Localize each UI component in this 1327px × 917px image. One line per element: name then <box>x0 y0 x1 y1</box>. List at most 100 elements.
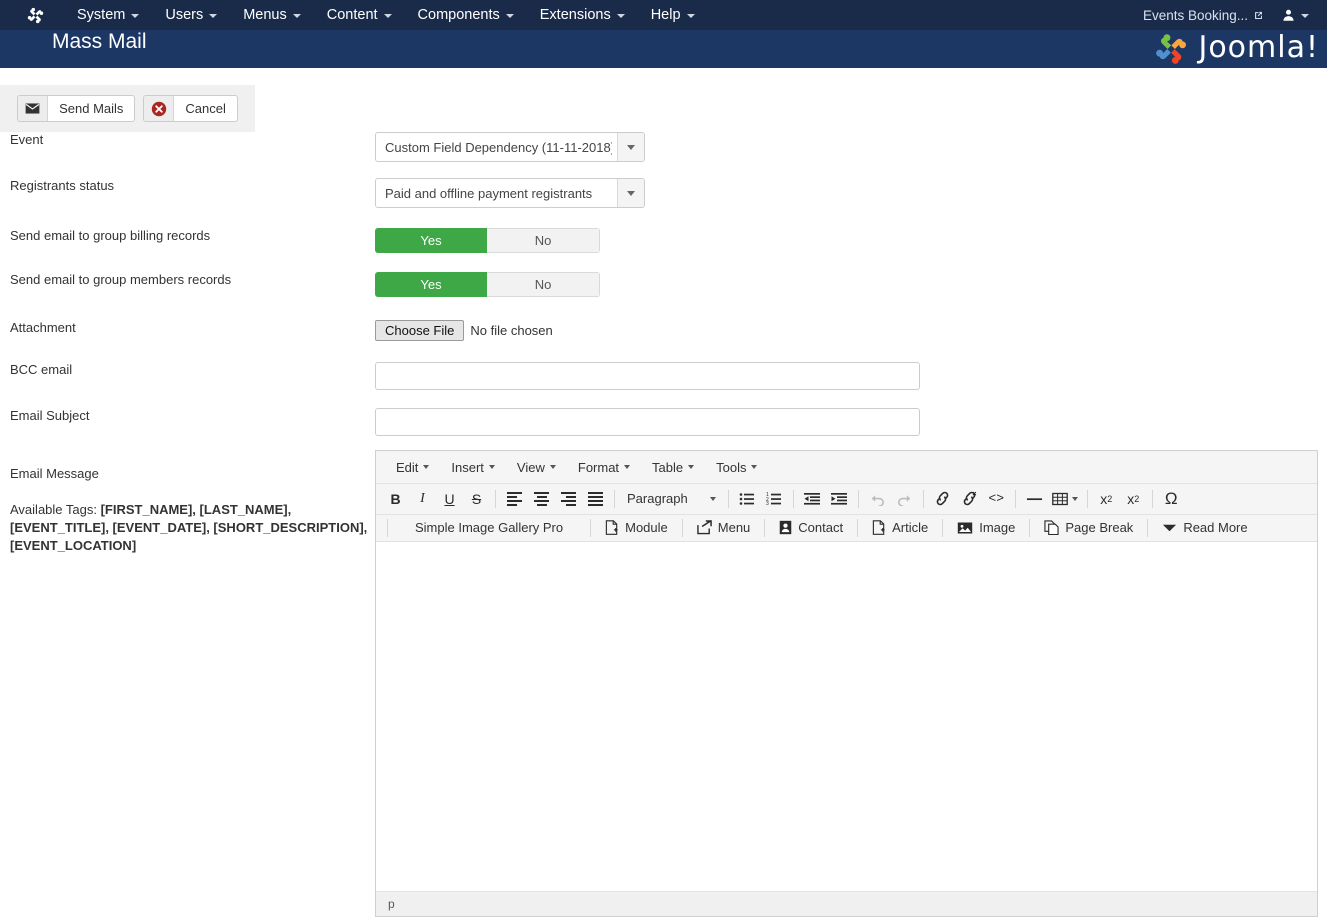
editor-menu-view[interactable]: View <box>507 456 566 479</box>
undo-glyph <box>871 494 884 506</box>
editor-menu-insert[interactable]: Insert <box>441 456 505 479</box>
toolbar-separator <box>727 489 729 508</box>
group-billing-toggle[interactable]: Yes No <box>375 228 600 253</box>
editor-content-area[interactable] <box>376 542 1317 891</box>
strikethrough-icon[interactable]: S <box>463 486 490 511</box>
align-right-icon[interactable] <box>555 486 582 511</box>
group-members-yes[interactable]: Yes <box>375 272 487 297</box>
numbered-list-icon[interactable]: 1 2 3 <box>761 486 788 511</box>
group-members-no[interactable]: No <box>487 272 600 297</box>
special-character-icon[interactable]: Ω <box>1158 486 1185 511</box>
article-label: Article <box>892 520 929 535</box>
registrants-status-select[interactable]: Paid and offline payment registrants <box>375 178 645 208</box>
menu-help-label: Help <box>650 7 681 23</box>
chevron-down-icon <box>1071 496 1078 501</box>
editor-menubar: Edit Insert View Format Table Tools <box>376 451 1317 484</box>
chevron-down-icon <box>488 465 495 469</box>
indent-icon[interactable] <box>826 486 853 511</box>
menu-extensions[interactable]: Extensions <box>527 0 638 30</box>
image-icon <box>958 522 973 533</box>
editor-menu-edit[interactable]: Edit <box>386 456 439 479</box>
visit-site-label: Events Booking... <box>1142 7 1248 23</box>
subscript-base: x <box>1100 490 1108 507</box>
external-link-icon <box>1255 11 1262 19</box>
align-justify-icon[interactable] <box>582 486 609 511</box>
available-tags-note: Available Tags: [FIRST_NAME], [LAST_NAME… <box>0 501 375 555</box>
editor-menu-format-label: Format <box>577 459 620 475</box>
group-billing-yes[interactable]: Yes <box>375 228 487 253</box>
table-icon[interactable] <box>1048 486 1082 511</box>
article-button[interactable]: Article <box>863 517 937 538</box>
editor-menu-table[interactable]: Table <box>642 456 704 479</box>
menu-system-label: System <box>77 7 126 23</box>
editor-element-path[interactable]: p <box>388 897 395 911</box>
email-subject-input[interactable] <box>375 408 920 436</box>
menu-menus[interactable]: Menus <box>230 0 314 30</box>
joomla-icon[interactable] <box>18 0 52 30</box>
group-members-label: Send email to group members records <box>10 272 232 287</box>
image-button[interactable]: Image <box>948 517 1024 538</box>
image-label: Image <box>979 520 1016 535</box>
toolbar-separator <box>614 489 615 508</box>
editor-menu-table-label: Table <box>652 459 684 475</box>
group-members-toggle[interactable]: Yes No <box>375 272 600 297</box>
bcc-email-control <box>375 362 1327 390</box>
attachment-status: No file chosen <box>470 323 553 338</box>
send-mails-label: Send Mails <box>59 101 124 116</box>
editor-menu-format[interactable]: Format <box>568 456 640 479</box>
choose-file-button[interactable]: Choose File <box>375 320 465 341</box>
bullet-list-icon[interactable] <box>734 486 761 511</box>
visit-site-link[interactable]: Events Booking... <box>1133 0 1274 30</box>
module-button[interactable]: Module <box>596 517 677 538</box>
read-more-button[interactable]: Read More <box>1153 517 1256 538</box>
horizontal-rule-icon[interactable] <box>1021 486 1048 511</box>
bold-icon[interactable]: B <box>382 486 409 511</box>
editor-toolbar-row-1: B I U S Paragraph 1 2 3 <> x 2 x 2 Ω <box>376 484 1317 515</box>
event-label: Event <box>10 132 44 147</box>
toolbar-separator <box>792 489 794 508</box>
cancel-button[interactable]: Cancel <box>143 95 238 122</box>
align-center-icon[interactable] <box>528 486 555 511</box>
link-icon[interactable] <box>929 486 956 511</box>
cancel-circle-icon <box>144 96 175 121</box>
action-toolbar: Send Mails Cancel <box>0 85 255 132</box>
email-subject-label: Email Subject <box>10 408 90 423</box>
group-members-control: Yes No <box>375 272 1327 297</box>
outdent-icon[interactable] <box>799 486 826 511</box>
underline-icon[interactable]: U <box>436 486 463 511</box>
menu-label: Menu <box>717 520 751 535</box>
italic-icon[interactable]: I <box>409 486 436 511</box>
menu-content[interactable]: Content <box>314 0 405 30</box>
group-billing-control: Yes No <box>375 228 1327 253</box>
menu-users[interactable]: Users <box>152 0 230 30</box>
bullet-list-glyph <box>739 492 755 505</box>
subscript-icon[interactable]: x2 <box>1093 486 1120 511</box>
menu-button[interactable]: Menu <box>688 517 760 538</box>
table-glyph <box>1051 492 1068 505</box>
contact-button[interactable]: Contact <box>770 517 852 538</box>
editor-menu-tools[interactable]: Tools <box>706 456 767 479</box>
undo-icon[interactable] <box>864 486 891 511</box>
superscript-icon[interactable]: x2 <box>1120 486 1147 511</box>
editor-toolbar-row-2: Simple Image Gallery Pro Module Menu Con… <box>376 515 1317 542</box>
toolbar-separator <box>764 518 766 537</box>
menu-components[interactable]: Components <box>405 0 527 30</box>
chevron-down-icon <box>709 496 716 501</box>
source-code-icon[interactable]: <> <box>983 486 1010 511</box>
chevron-down-icon <box>616 14 625 18</box>
page-break-button[interactable]: Page Break <box>1035 517 1142 538</box>
group-billing-no[interactable]: No <box>487 228 600 253</box>
user-menu[interactable] <box>1274 0 1321 30</box>
unlink-icon[interactable] <box>956 486 983 511</box>
menu-help[interactable]: Help <box>638 0 708 30</box>
align-left-icon[interactable] <box>501 486 528 511</box>
send-mails-button[interactable]: Send Mails <box>17 95 136 122</box>
toolbar-separator <box>495 489 496 508</box>
simple-image-gallery-pro-button[interactable]: Simple Image Gallery Pro <box>393 517 585 538</box>
redo-icon[interactable] <box>891 486 918 511</box>
bcc-email-input[interactable] <box>375 362 920 390</box>
event-select[interactable]: Custom Field Dependency (11-11-2018) <box>375 132 645 162</box>
paragraph-format-select[interactable]: Paragraph <box>620 486 723 511</box>
module-label: Module <box>625 520 668 535</box>
menu-system[interactable]: System <box>64 0 152 30</box>
